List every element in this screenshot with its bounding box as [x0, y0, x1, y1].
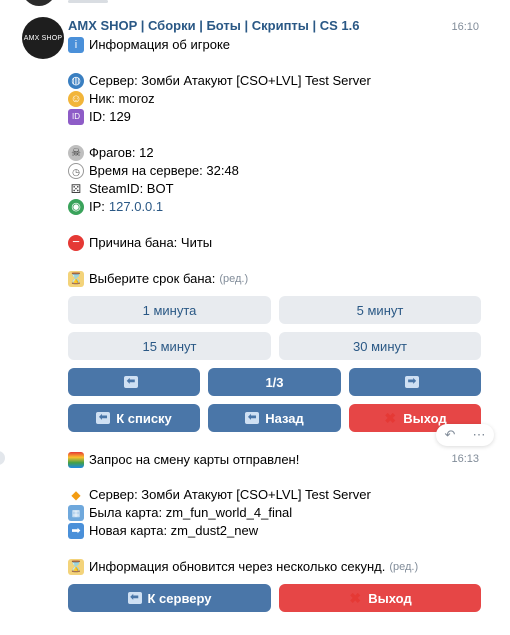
face-icon: ☺	[68, 91, 84, 107]
ip-link[interactable]: 127.0.0.1	[109, 199, 163, 215]
diamond-icon: ◆	[71, 488, 81, 502]
frags-line: ☠ Фрагов: 12	[68, 145, 154, 161]
map-icon: ▦	[68, 505, 84, 521]
hourglass-icon: ⌛	[68, 271, 84, 287]
ban-15-minutes-button[interactable]: 15 минут	[68, 332, 271, 360]
edited-label: (ред.)	[219, 273, 249, 285]
next-page-button[interactable]: ➡	[349, 368, 481, 396]
info-icon: i	[68, 37, 84, 53]
hourglass-icon: ⌛	[68, 559, 84, 575]
server-line: ◍ Сервер: Зомби Атакуют [CSO+LVL] Test S…	[68, 73, 371, 89]
nick-line: ☺ Ник: moroz	[68, 91, 155, 107]
ip-line: ◉ IP: 127.0.0.1	[68, 199, 163, 215]
to-server-button[interactable]: ⬅ К серверу	[68, 584, 271, 612]
previous-message-fragment	[68, 0, 108, 3]
stopwatch-icon: ◷	[68, 163, 84, 179]
steamid-line: ⚄ SteamID: BOT	[68, 181, 174, 197]
cross-icon: ✖	[349, 590, 362, 606]
arrow-left-icon: ⬅	[245, 412, 260, 424]
info-line: i Информация об игроке	[68, 37, 230, 53]
arrow-left-icon: ⬅	[127, 592, 142, 604]
ban-1-minute-button[interactable]: 1 минута	[68, 296, 271, 324]
id-icon: ID	[68, 109, 84, 125]
cross-icon: ✖	[384, 410, 397, 426]
request-line: Запрос на смену карты отправлен!	[68, 452, 299, 468]
globe-icon: ◍	[68, 73, 84, 89]
arrow-right-icon: ➡	[405, 376, 419, 388]
rainbow-icon	[68, 452, 84, 468]
old-map-line: ▦ Была карта: zm_fun_world_4_final	[68, 505, 292, 521]
ban-5-minutes-button[interactable]: 5 минут	[279, 296, 481, 324]
ban-reason-line: − Причина бана: Читы	[68, 235, 212, 251]
time-on-server-line: ◷ Время на сервере: 32:48	[68, 163, 239, 179]
message-hover-actions: ↶ ⋯	[436, 424, 494, 446]
new-map-line: ➡ Новая карта: zm_dust2_new	[68, 523, 258, 539]
arrow-right-icon: ➡	[68, 523, 84, 539]
id-line: ID ID: 129	[68, 109, 131, 125]
arrow-left-icon: ⬅	[96, 412, 111, 424]
no-entry-icon: −	[68, 235, 84, 251]
scroll-indicator	[0, 451, 5, 465]
prev-page-button[interactable]: ⬅	[68, 368, 200, 396]
to-list-button[interactable]: ⬅ К списку	[68, 404, 200, 432]
earth-icon: ◉	[68, 199, 84, 215]
update-info-line: ⌛ Информация обновится через несколько с…	[68, 559, 419, 575]
previous-sender-avatar	[22, 0, 56, 6]
message-time-2[interactable]: 16:13	[451, 453, 479, 465]
back-button[interactable]: ⬅ Назад	[208, 404, 341, 432]
server-line-2: ◆ Сервер: Зомби Атакуют [CSO+LVL] Test S…	[68, 487, 370, 503]
page-indicator-button[interactable]: 1/3	[208, 368, 341, 396]
choose-ban-line: ⌛ Выберите срок бана: (ред.)	[68, 271, 249, 287]
message-time[interactable]: 16:10	[451, 21, 479, 33]
edited-label: (ред.)	[389, 561, 419, 573]
more-icon[interactable]: ⋯	[472, 427, 485, 443]
avatar-text: AMX SHOP	[23, 34, 63, 42]
ban-30-minutes-button[interactable]: 30 минут	[279, 332, 481, 360]
exit-button-2[interactable]: ✖ Выход	[279, 584, 481, 612]
reply-icon[interactable]: ↶	[445, 427, 456, 443]
sender-name[interactable]: AMX SHOP | Сборки | Боты | Скрипты | CS …	[68, 18, 360, 33]
skull-icon: ☠	[68, 145, 84, 161]
avatar[interactable]: AMX SHOP	[22, 17, 64, 59]
arrow-left-icon: ⬅	[124, 376, 138, 388]
dice-icon: ⚄	[68, 181, 84, 197]
